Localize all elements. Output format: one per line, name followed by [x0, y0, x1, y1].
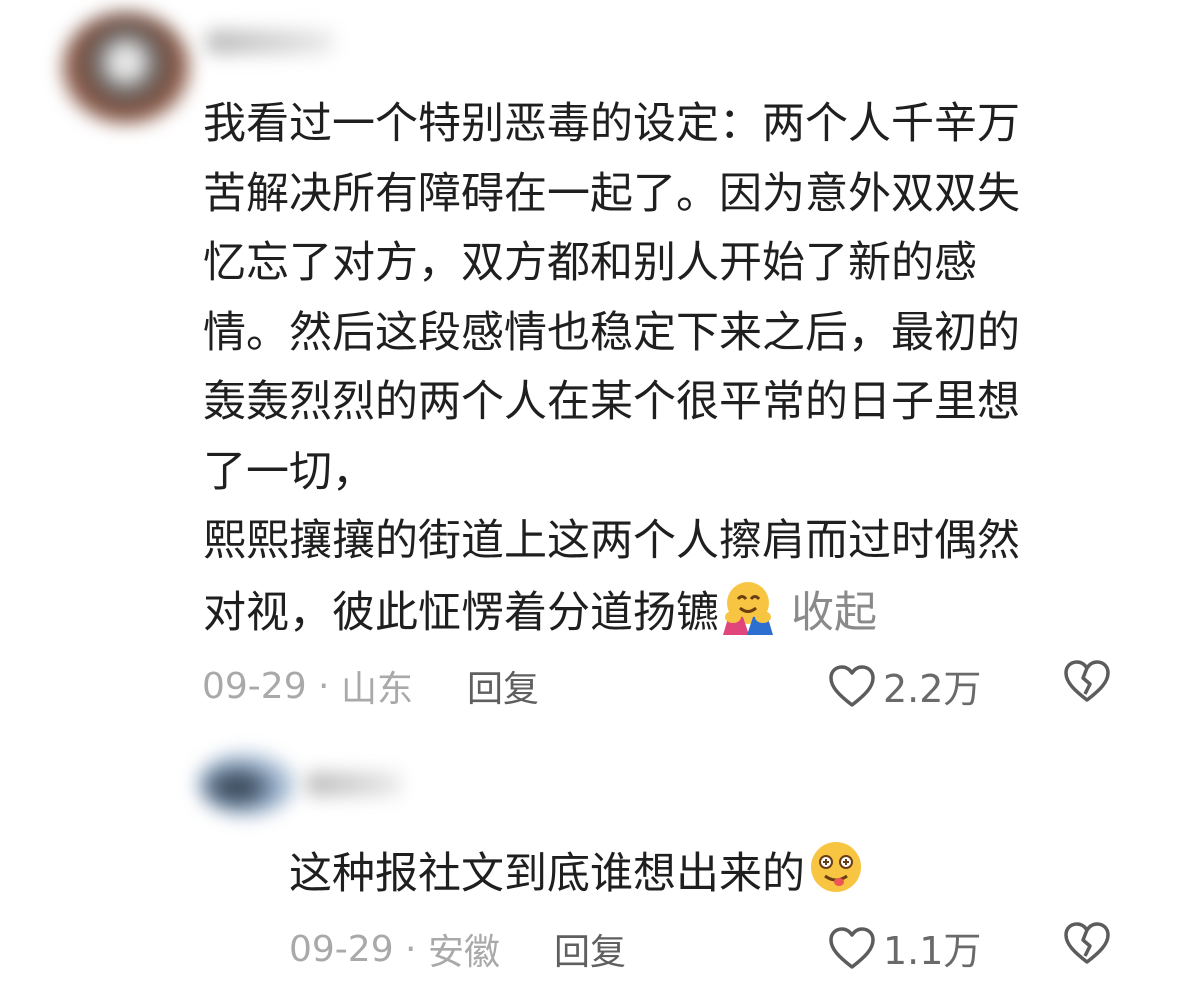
avatar[interactable] — [62, 12, 190, 124]
avatar[interactable] — [198, 752, 296, 816]
dislike-button[interactable] — [1062, 920, 1112, 970]
comment-location: 安徽 — [427, 932, 500, 973]
meta-separator: · — [306, 665, 341, 707]
comment-text: 我看过一个特别恶毒的设定：两个人千辛万 苦解决所有障碍在一起了。因为意外双双失 … — [203, 90, 1133, 656]
like-count: 2.2万 — [883, 667, 982, 711]
comment-text: 这种报社文到底谁想出来的 — [289, 838, 1089, 915]
hugging-face-emoji — [719, 577, 777, 657]
broken-heart-icon — [1064, 660, 1110, 702]
heart-outline-icon — [829, 664, 875, 707]
comment-meta: 09-29 · 安徽 回复 — [289, 923, 626, 975]
heart-outline-icon — [829, 926, 875, 969]
reply-button[interactable]: 回复 — [554, 923, 626, 975]
username-blurred[interactable] — [306, 772, 402, 796]
comment-body: 这种报社文到底谁想出来的 — [289, 849, 805, 899]
reply-button[interactable]: 回复 — [467, 660, 539, 712]
comment-body: 我看过一个特别恶毒的设定：两个人千辛万 苦解决所有障碍在一起了。因为意外双双失 … — [203, 99, 1020, 638]
username-blurred[interactable] — [206, 30, 334, 54]
collapse-link[interactable]: 收起 — [791, 588, 877, 638]
like-count: 1.1万 — [883, 929, 982, 973]
woozy-face-emoji — [805, 838, 867, 915]
like-button[interactable]: 1.1万 — [827, 920, 981, 975]
comment-date: 09-29 — [289, 928, 394, 970]
comment-date: 09-29 — [202, 665, 307, 707]
comment-location: 山东 — [340, 669, 413, 710]
like-button[interactable]: 2.2万 — [827, 658, 981, 713]
meta-separator: · — [393, 928, 428, 970]
comment-meta: 09-29 · 山东 回复 — [202, 660, 539, 712]
broken-heart-icon — [1064, 922, 1110, 964]
dislike-button[interactable] — [1062, 658, 1112, 708]
